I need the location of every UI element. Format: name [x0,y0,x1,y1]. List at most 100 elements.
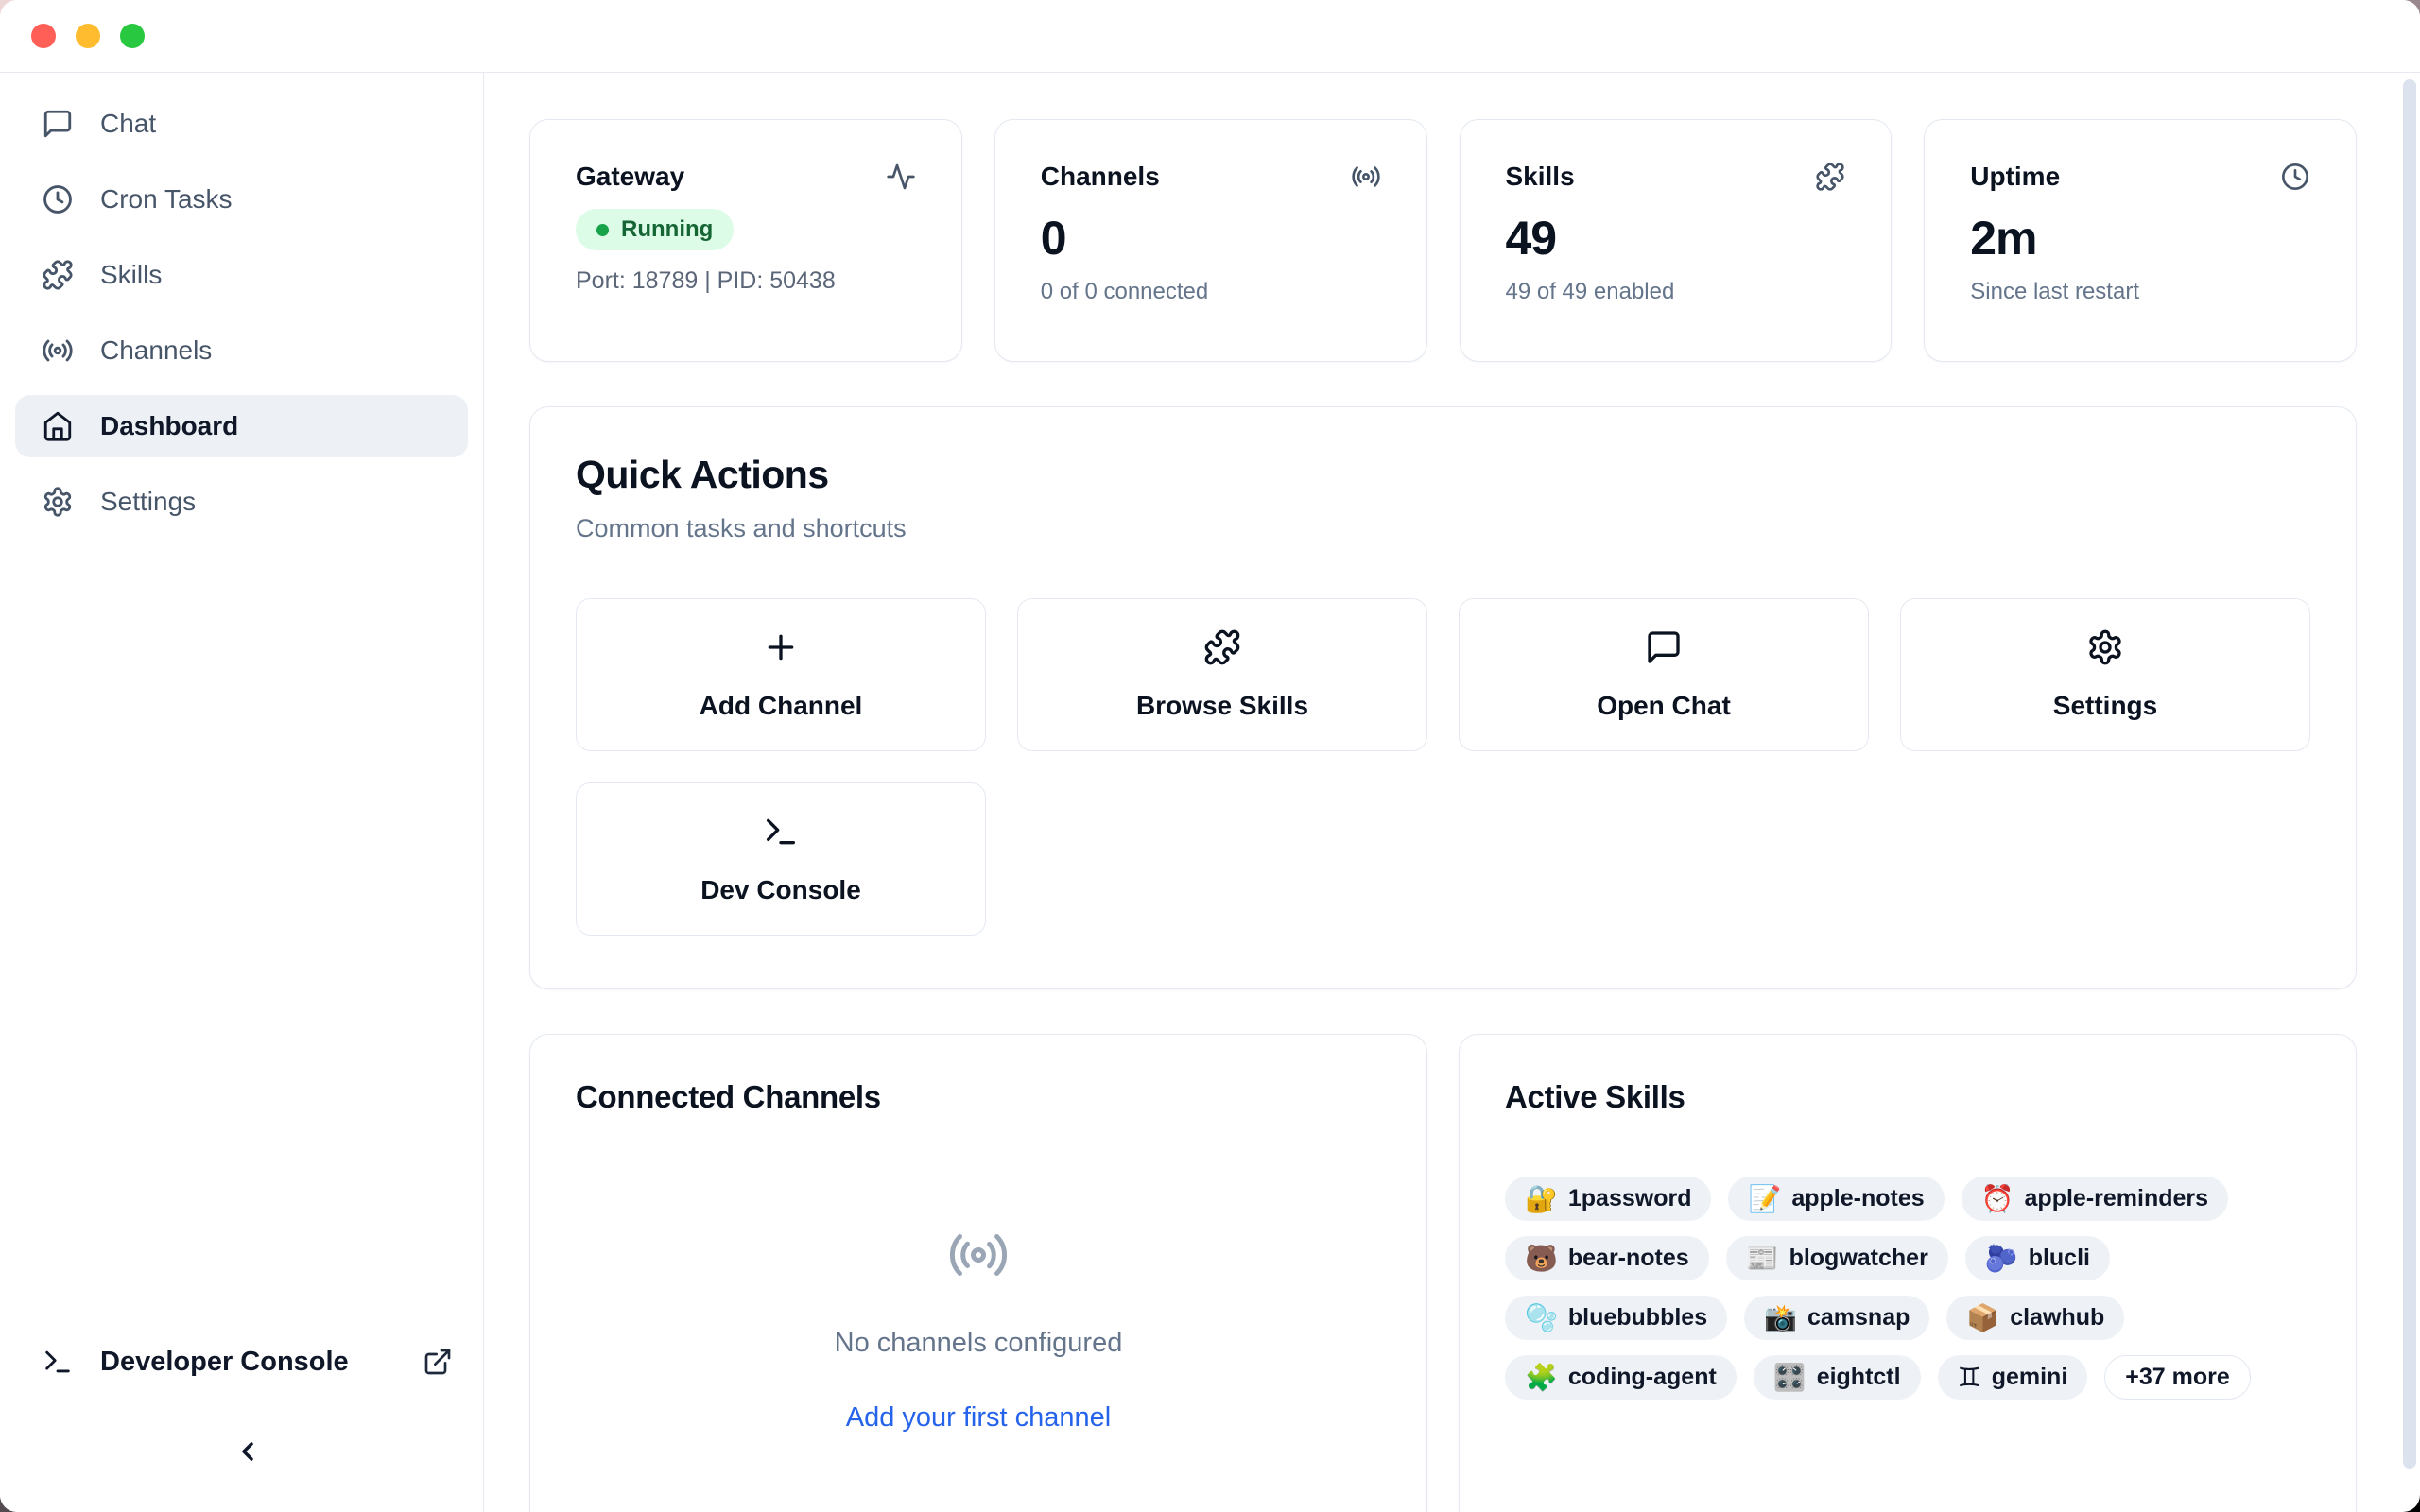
activity-icon [886,162,916,192]
app-window: Chat Cron Tasks Skills Channels Dashboar… [0,0,2420,1512]
skill-emoji: 📸 [1764,1305,1797,1332]
app-body: Chat Cron Tasks Skills Channels Dashboar… [0,73,2420,1512]
puzzle-icon [1815,162,1845,192]
skill-label: apple-reminders [2025,1185,2209,1212]
zoom-button[interactable] [120,24,145,48]
sidebar-collapse-button[interactable] [229,1433,267,1470]
sidebar-item-label: Dashboard [100,411,238,441]
sidebar-item-skills[interactable]: Skills [15,244,468,306]
sidebar-item-channels[interactable]: Channels [15,319,468,382]
chat-icon [42,108,74,140]
dashboard-main: Gateway Running Port: 18789 | PID: 50438… [484,73,2420,1512]
browse-skills-button[interactable]: Browse Skills [1017,598,1427,751]
sidebar-item-chat[interactable]: Chat [15,93,468,155]
skill-emoji: 🧩 [1525,1365,1558,1391]
stat-card-skills: Skills 49 49 of 49 enabled [1460,119,1893,362]
skills-sub: 49 of 49 enabled [1506,279,1846,305]
terminal-icon [762,813,800,850]
action-label: Browse Skills [1136,691,1308,721]
developer-console-link[interactable]: Developer Console [42,1331,453,1393]
sidebar-item-label: Cron Tasks [100,184,233,215]
quick-actions-panel: Quick Actions Common tasks and shortcuts… [529,406,2357,989]
add-channel-button[interactable]: Add Channel [576,598,986,751]
open-chat-button[interactable]: Open Chat [1459,598,1869,751]
skill-emoji: 📰 [1746,1246,1779,1272]
skill-badge-bear-notes: 🐻bear-notes [1505,1236,1709,1280]
clock-icon [2280,162,2310,192]
home-icon [42,410,74,442]
radio-icon [1351,162,1381,192]
skill-badge-blogwatcher: 📰blogwatcher [1726,1236,1948,1280]
stat-title: Channels [1041,162,1160,192]
skill-badge-eightctl: 🎛️eightctl [1754,1355,1921,1400]
connected-channels-title: Connected Channels [576,1076,1381,1118]
settings-button[interactable]: Settings [1900,598,2310,751]
add-first-channel-link[interactable]: Add your first channel [846,1402,1111,1434]
chevron-left-icon [233,1436,263,1467]
sidebar-item-cron-tasks[interactable]: Cron Tasks [15,168,468,231]
skill-label: blucli [2029,1245,2090,1272]
skill-label: coding-agent [1568,1364,1717,1391]
quick-actions-subtitle: Common tasks and shortcuts [576,511,2310,545]
skill-badge-blucli: 🫐 blucli [1965,1236,2110,1280]
stat-card-channels: Channels 0 0 of 0 connected [994,119,1427,362]
skill-label: gemini [1992,1364,2068,1391]
skill-label: camsnap [1807,1304,1910,1332]
action-label: Dev Console [700,875,861,905]
gear-icon [42,486,74,518]
skill-emoji: 📝 [1748,1186,1781,1212]
skill-badge-bluebubbles: 🫧 bluebubbles [1505,1296,1727,1340]
active-skills-title: Active Skills [1505,1076,2310,1118]
stat-title: Uptime [1970,162,2060,192]
channels-empty-state: No channels configured Add your first ch… [576,1118,1381,1434]
skill-badge-apple-reminders: ⏰ apple-reminders [1962,1177,2228,1221]
uptime-sub: Since last restart [1970,279,2310,305]
scrollbar[interactable] [2403,79,2416,1469]
gateway-status-badge: Running [576,209,734,250]
connected-channels-panel: Connected Channels No channels configure… [529,1034,1427,1512]
action-label: Settings [2053,691,2157,721]
skill-label: eightctl [1817,1364,1901,1391]
skill-badges: 🔐1password 📝apple-notes ⏰apple-reminders… [1505,1177,2310,1400]
action-label: Open Chat [1597,691,1731,721]
stat-title: Gateway [576,162,684,192]
skill-emoji: 🫐 [1985,1246,2018,1272]
quick-actions-title: Quick Actions [576,453,2310,496]
title-bar [0,0,2420,73]
stats-row: Gateway Running Port: 18789 | PID: 50438… [529,119,2357,362]
puzzle-icon [42,259,74,291]
channels-sub: 0 of 0 connected [1041,279,1381,305]
skill-badge-coding-agent: 🧩 coding-agent [1505,1355,1737,1400]
minimize-button[interactable] [76,24,100,48]
skill-emoji: 🫧 [1525,1305,1558,1332]
no-channels-text: No channels configured [835,1328,1123,1359]
puzzle-icon [1203,628,1241,666]
skill-emoji: ⏰ [1981,1186,2014,1212]
stat-title: Skills [1506,162,1575,192]
uptime-value: 2m [1970,211,2310,266]
skill-label: 1password [1568,1185,1692,1212]
more-skills-button[interactable]: +37 more [2104,1355,2251,1400]
active-skills-panel: Active Skills 🔐1password 📝apple-notes ⏰a… [1459,1034,2357,1512]
status-dot [596,224,609,236]
stat-card-gateway: Gateway Running Port: 18789 | PID: 50438 [529,119,962,362]
chat-icon [1645,628,1683,666]
terminal-icon [42,1346,74,1378]
skill-badge-clawhub: 📦clawhub [1946,1296,2124,1340]
sidebar-item-label: Skills [100,260,162,290]
sidebar-item-label: Channels [100,335,212,366]
radio-icon [947,1224,1010,1286]
skill-label: bluebubbles [1568,1304,1707,1332]
sidebar: Chat Cron Tasks Skills Channels Dashboar… [0,73,484,1512]
external-link-icon [423,1347,453,1377]
close-button[interactable] [31,24,56,48]
gateway-status-text: Running [621,216,713,243]
sidebar-item-label: Settings [100,487,196,517]
sidebar-item-dashboard[interactable]: Dashboard [15,395,468,457]
skill-badge-camsnap: 📸 camsnap [1744,1296,1929,1340]
dev-console-button[interactable]: Dev Console [576,782,986,936]
sidebar-item-settings[interactable]: Settings [15,471,468,533]
skill-badge-1password: 🔐1password [1505,1177,1711,1221]
action-label: Add Channel [700,691,863,721]
quick-actions-grid: Add Channel Browse Skills Open Chat Sett… [576,598,2310,936]
